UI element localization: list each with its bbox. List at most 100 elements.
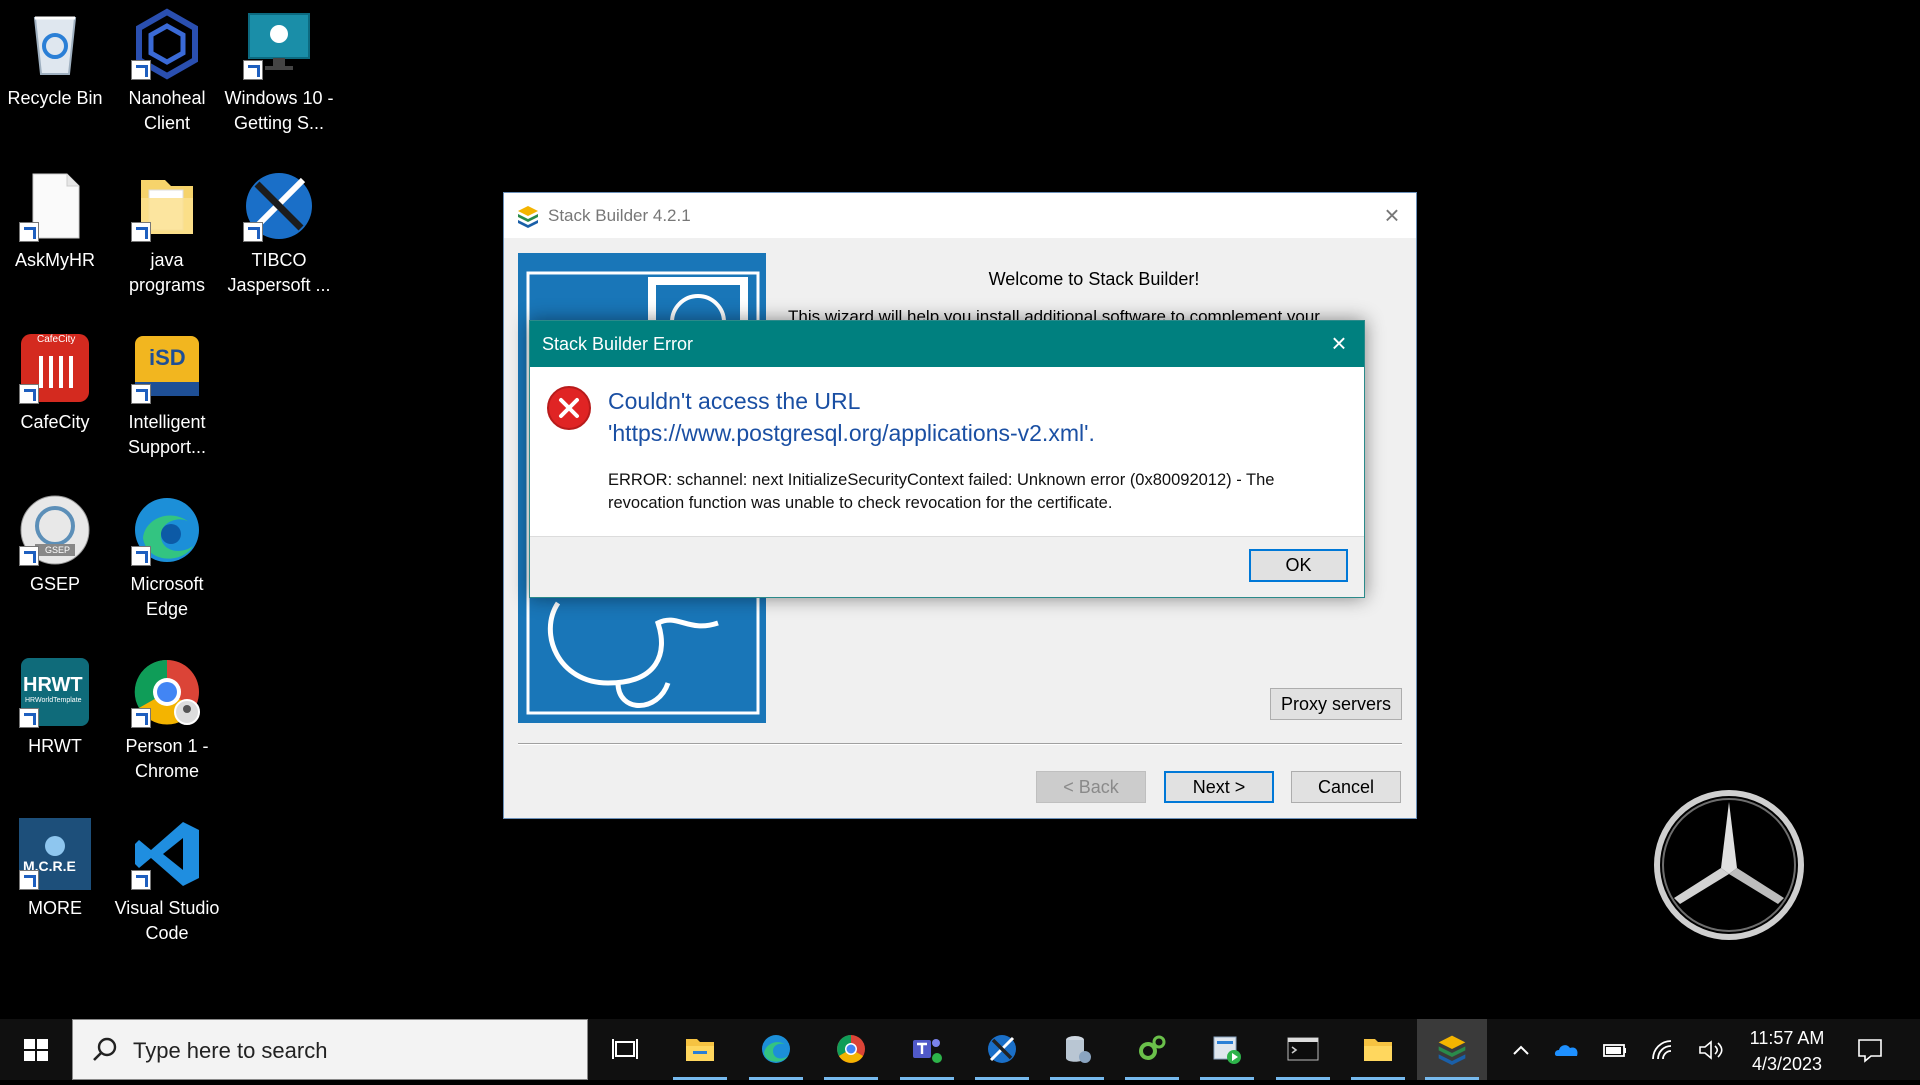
taskbar-clock[interactable]: 11:57 AM 4/3/2023 (1732, 1025, 1842, 1077)
battery-icon[interactable] (1601, 1037, 1629, 1063)
ok-button[interactable]: OK (1249, 549, 1348, 582)
cafecity-badge: CafeCity (37, 334, 76, 345)
desktop-icon-person1-chrome[interactable]: Person 1 - Chrome (112, 656, 222, 784)
onedrive-icon[interactable] (1553, 1037, 1581, 1063)
taskbar-app-edge[interactable] (741, 1019, 811, 1080)
error-dialog: Stack Builder Error × Couldn't access th… (529, 320, 1365, 598)
desktop-icon-label: Intelligent Support... (127, 412, 207, 457)
jaspersoft-icon (243, 170, 315, 242)
error-detail: ERROR: schannel: next InitializeSecurity… (608, 469, 1348, 515)
desktop-icon-more[interactable]: M.C.R.E MORE (0, 818, 110, 921)
edge-icon (131, 494, 203, 566)
recycle-bin-icon (19, 8, 91, 80)
taskbar-app-terminal[interactable] (1268, 1019, 1338, 1080)
desktop-icon-windows-getting-started[interactable]: Windows 10 - Getting S... (224, 8, 334, 136)
close-icon[interactable]: × (1380, 202, 1404, 228)
stack-builder-logo-icon (1438, 1035, 1466, 1065)
hrwt-icon: HRWT HRWorldTemplate (19, 656, 91, 728)
desktop-icon-gsep[interactable]: GSEP GSEP (0, 494, 110, 597)
stack-builder-logo-icon (518, 205, 538, 228)
taskbar-app-media[interactable] (1192, 1019, 1262, 1080)
taskbar-app-gear[interactable] (1117, 1019, 1187, 1080)
taskbar-search-box[interactable]: Type here to search (72, 1019, 588, 1080)
terminal-icon (1287, 1037, 1319, 1061)
shortcut-arrow-icon (131, 870, 151, 890)
taskbar-app-teams[interactable] (892, 1019, 962, 1080)
error-heading-line: Couldn't access the URL (608, 388, 861, 414)
windows-logo-icon (24, 1039, 48, 1061)
folder-icon (1364, 1039, 1392, 1061)
shortcut-arrow-icon (19, 384, 39, 404)
desktop-icon-label: AskMyHR (15, 250, 95, 270)
error-dialog-titlebar: Stack Builder Error (530, 321, 1364, 367)
error-detail-line: revocation function was unable to check … (608, 494, 1113, 512)
shortcut-arrow-icon (131, 546, 151, 566)
desktop-icon-label: Microsoft Edge (130, 574, 204, 619)
gsep-badge: GSEP (45, 545, 71, 555)
task-view-button[interactable] (590, 1019, 660, 1080)
shortcut-arrow-icon (243, 60, 263, 80)
next-button[interactable]: Next > (1164, 771, 1274, 803)
desktop-icon-cafecity[interactable]: CafeCity CafeCity (0, 332, 110, 435)
windows-tips-icon (243, 8, 315, 80)
close-icon[interactable]: × (1326, 330, 1352, 356)
start-button[interactable] (0, 1019, 72, 1080)
more-icon: M.C.R.E (19, 818, 91, 890)
proxy-servers-button[interactable]: Proxy servers (1270, 688, 1402, 720)
desktop-icon-tibco-jaspersoft[interactable]: TIBCO Jaspersoft ... (224, 170, 334, 298)
shortcut-arrow-icon (19, 870, 39, 890)
gear-icon (1139, 1035, 1166, 1060)
taskbar-app-folder[interactable] (1343, 1019, 1413, 1080)
task-view-icon (612, 1039, 638, 1059)
stack-builder-title: Stack Builder 4.2.1 (548, 205, 691, 225)
welcome-heading: Welcome to Stack Builder! (988, 269, 1200, 289)
shortcut-arrow-icon (131, 222, 151, 242)
desktop-icon-label: GSEP (29, 574, 81, 594)
gsep-icon: GSEP (19, 494, 91, 566)
desktop-icon-label: HRWT (28, 736, 82, 756)
search-icon (93, 1037, 117, 1061)
back-button[interactable]: < Back (1036, 771, 1146, 803)
desktop-icon-label: Nanoheal Client (128, 88, 206, 133)
desktop-icon-microsoft-edge[interactable]: Microsoft Edge (112, 494, 222, 622)
taskbar-app-chrome[interactable] (816, 1019, 886, 1080)
taskbar-app-file-explorer[interactable] (665, 1019, 735, 1080)
error-detail-line: ERROR: schannel: next InitializeSecurity… (608, 471, 1275, 489)
desktop-icon-hrwt[interactable]: HRWT HRWorldTemplate HRWT (0, 656, 110, 759)
hrwt-badge: HRWT (23, 674, 83, 696)
notifications-icon[interactable] (1856, 1037, 1884, 1063)
desktop-icon-vscode[interactable]: Visual Studio Code (112, 818, 222, 946)
isd-icon: iSD (131, 332, 203, 404)
desktop-icon-java-programs[interactable]: java programs (112, 170, 222, 298)
shortcut-arrow-icon (19, 222, 39, 242)
volume-icon[interactable] (1697, 1037, 1725, 1063)
error-dialog-footer (530, 536, 1364, 597)
shortcut-arrow-icon (19, 708, 39, 728)
network-icon[interactable] (1649, 1037, 1677, 1063)
desktop-icon-label: CafeCity (20, 412, 90, 432)
taskbar-app-stack-builder[interactable] (1417, 1019, 1487, 1080)
error-heading: Couldn't access the URL 'https://www.pos… (608, 385, 1328, 449)
vscode-icon (131, 818, 203, 890)
desktop-icon-label: java programs (128, 250, 206, 295)
chrome-icon (837, 1035, 865, 1063)
desktop-icon-recycle-bin[interactable]: Recycle Bin (0, 8, 110, 111)
taskbar: Type here to search 11:57 AM 4/3/2023 (0, 1019, 1920, 1080)
taskbar-app-database[interactable] (1042, 1019, 1112, 1080)
isd-badge: iSD (149, 345, 186, 370)
desktop-icon-label: Windows 10 - Getting S... (224, 88, 334, 133)
cancel-button[interactable]: Cancel (1291, 771, 1401, 803)
chrome-icon (131, 656, 203, 728)
clock-time: 11:57 AM (1749, 1028, 1825, 1048)
divider (518, 743, 1402, 745)
desktop-icon-intelligent-support[interactable]: iSD Intelligent Support... (112, 332, 222, 460)
chevron-up-icon[interactable] (1507, 1037, 1535, 1063)
blank-file-icon (19, 170, 91, 242)
desktop-icon-askmyhr[interactable]: AskMyHR (0, 170, 110, 273)
desktop-icon-nanoheal[interactable]: Nanoheal Client (112, 8, 222, 136)
desktop-icon-label: Person 1 - Chrome (125, 736, 209, 781)
desktop-icon-label: Visual Studio Code (114, 898, 220, 943)
taskbar-app-jaspersoft[interactable] (967, 1019, 1037, 1080)
database-icon (1066, 1036, 1091, 1063)
stack-builder-titlebar: Stack Builder 4.2.1 (504, 193, 1416, 238)
